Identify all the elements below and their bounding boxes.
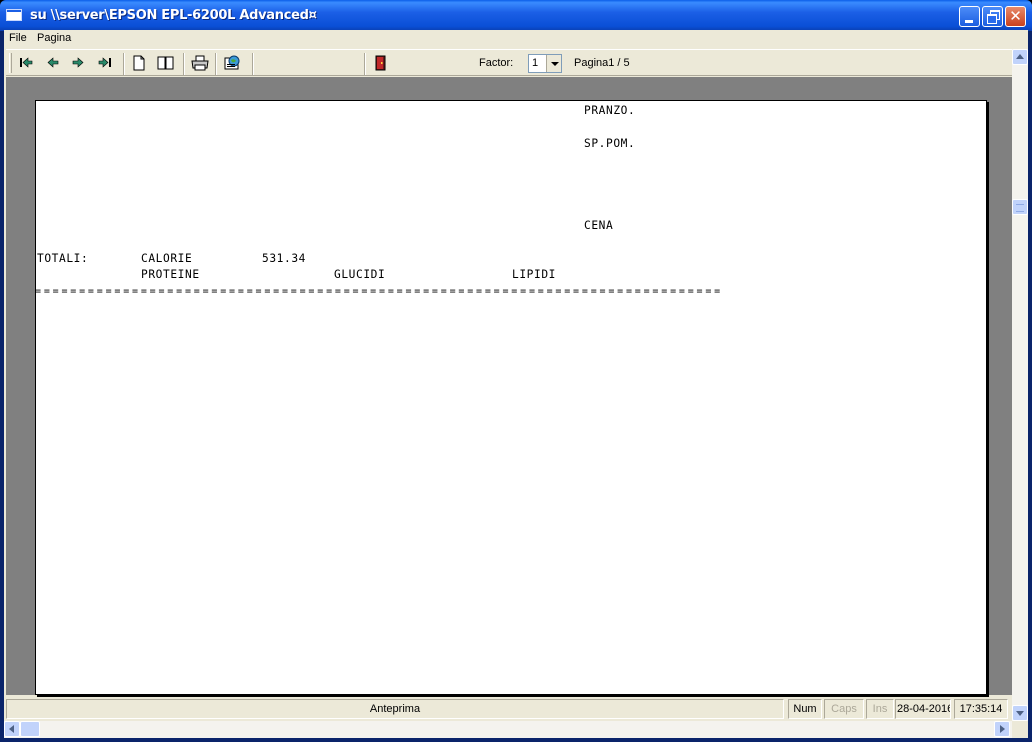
calorie-label: CALORIE bbox=[141, 252, 193, 265]
menu-file[interactable]: File bbox=[9, 32, 27, 44]
exit-button[interactable] bbox=[369, 53, 391, 73]
scroll-left-button[interactable] bbox=[4, 721, 20, 737]
toolbar-separator bbox=[364, 53, 366, 75]
meal-sp-pom: SP.POM. bbox=[584, 137, 636, 150]
last-page-icon bbox=[98, 57, 111, 68]
horizontal-scrollbar[interactable] bbox=[4, 721, 1012, 738]
title-bar[interactable]: su \\server\EPSON EPL-6200L Advanced¤ ✕ bbox=[0, 0, 1032, 31]
status-mode: Anteprima bbox=[6, 699, 784, 719]
export-button[interactable] bbox=[222, 53, 244, 73]
menu-bar: File Pagina bbox=[4, 30, 1028, 49]
two-pages-button[interactable] bbox=[155, 53, 177, 73]
status-num: Num bbox=[788, 699, 822, 719]
print-preview-area[interactable]: PRANZO. SP.POM. CENA TOTALI: CALORIE 531… bbox=[6, 77, 1012, 695]
first-page-icon bbox=[20, 57, 33, 68]
window-icon[interactable] bbox=[6, 9, 22, 21]
window-title: su \\server\EPSON EPL-6200L Advanced¤ bbox=[30, 8, 317, 23]
print-button[interactable] bbox=[189, 53, 211, 73]
scroll-right-button[interactable] bbox=[994, 721, 1010, 737]
last-page-button[interactable] bbox=[94, 53, 116, 73]
meal-cena: CENA bbox=[584, 219, 614, 232]
single-page-button[interactable] bbox=[128, 53, 150, 73]
client-area: File Pagina Factor: 1 Pagina1 / 5 PRANZO… bbox=[4, 30, 1028, 738]
menu-pagina[interactable]: Pagina bbox=[37, 32, 71, 44]
chevron-down-icon[interactable] bbox=[546, 55, 561, 72]
proteine-label: PROTEINE bbox=[141, 268, 200, 281]
calorie-value: 531.34 bbox=[262, 252, 307, 265]
vertical-scroll-thumb[interactable] bbox=[1012, 199, 1028, 215]
scroll-up-button[interactable] bbox=[1012, 49, 1028, 65]
toolbar-separator bbox=[123, 53, 125, 75]
glucidi-label: GLUCIDI bbox=[334, 268, 386, 281]
toolbar-separator bbox=[252, 53, 254, 75]
globe-icon bbox=[224, 55, 240, 70]
book-icon bbox=[157, 56, 174, 70]
toolbar: Factor: 1 Pagina1 / 5 bbox=[6, 49, 1012, 76]
factor-value: 1 bbox=[532, 57, 539, 69]
status-ins: Ins bbox=[866, 699, 894, 719]
horizontal-scroll-thumb[interactable] bbox=[20, 721, 40, 737]
status-caps: Caps bbox=[824, 699, 864, 719]
status-time: 17:35:14 bbox=[954, 699, 1008, 719]
previous-page-button[interactable] bbox=[42, 53, 64, 73]
close-icon: ✕ bbox=[1009, 7, 1022, 25]
status-date: 28-04-2016 bbox=[895, 699, 951, 719]
factor-select[interactable]: 1 bbox=[528, 54, 562, 73]
close-button[interactable]: ✕ bbox=[1005, 6, 1026, 27]
application-window: su \\server\EPSON EPL-6200L Advanced¤ ✕ … bbox=[0, 0, 1032, 742]
restore-button[interactable] bbox=[982, 6, 1003, 27]
size-grip bbox=[1012, 721, 1028, 738]
page-icon bbox=[133, 55, 145, 71]
factor-label: Factor: bbox=[479, 57, 514, 69]
printer-icon bbox=[191, 55, 209, 71]
toolbar-grip[interactable] bbox=[9, 53, 12, 73]
status-bar: Anteprima Num Caps Ins 28-04-2016 17:35:… bbox=[4, 697, 1012, 719]
arrow-left-icon bbox=[47, 57, 59, 68]
preview-page: PRANZO. SP.POM. CENA TOTALI: CALORIE 531… bbox=[35, 100, 987, 695]
meal-pranzo: PRANZO. bbox=[584, 104, 636, 117]
page-indicator: Pagina1 / 5 bbox=[574, 57, 630, 69]
arrow-right-icon bbox=[72, 57, 84, 68]
toolbar-separator bbox=[183, 53, 185, 75]
vertical-scrollbar[interactable] bbox=[1012, 49, 1028, 721]
next-page-button[interactable] bbox=[67, 53, 89, 73]
toolbar-separator bbox=[215, 53, 217, 75]
scroll-down-button[interactable] bbox=[1012, 705, 1028, 721]
lipidi-label: LIPIDI bbox=[512, 268, 557, 281]
separator-rule: ========================================… bbox=[35, 286, 723, 297]
totals-label: TOTALI: bbox=[37, 252, 89, 265]
minimize-button[interactable] bbox=[959, 6, 980, 27]
exit-door-icon bbox=[375, 55, 386, 71]
first-page-button[interactable] bbox=[15, 53, 37, 73]
